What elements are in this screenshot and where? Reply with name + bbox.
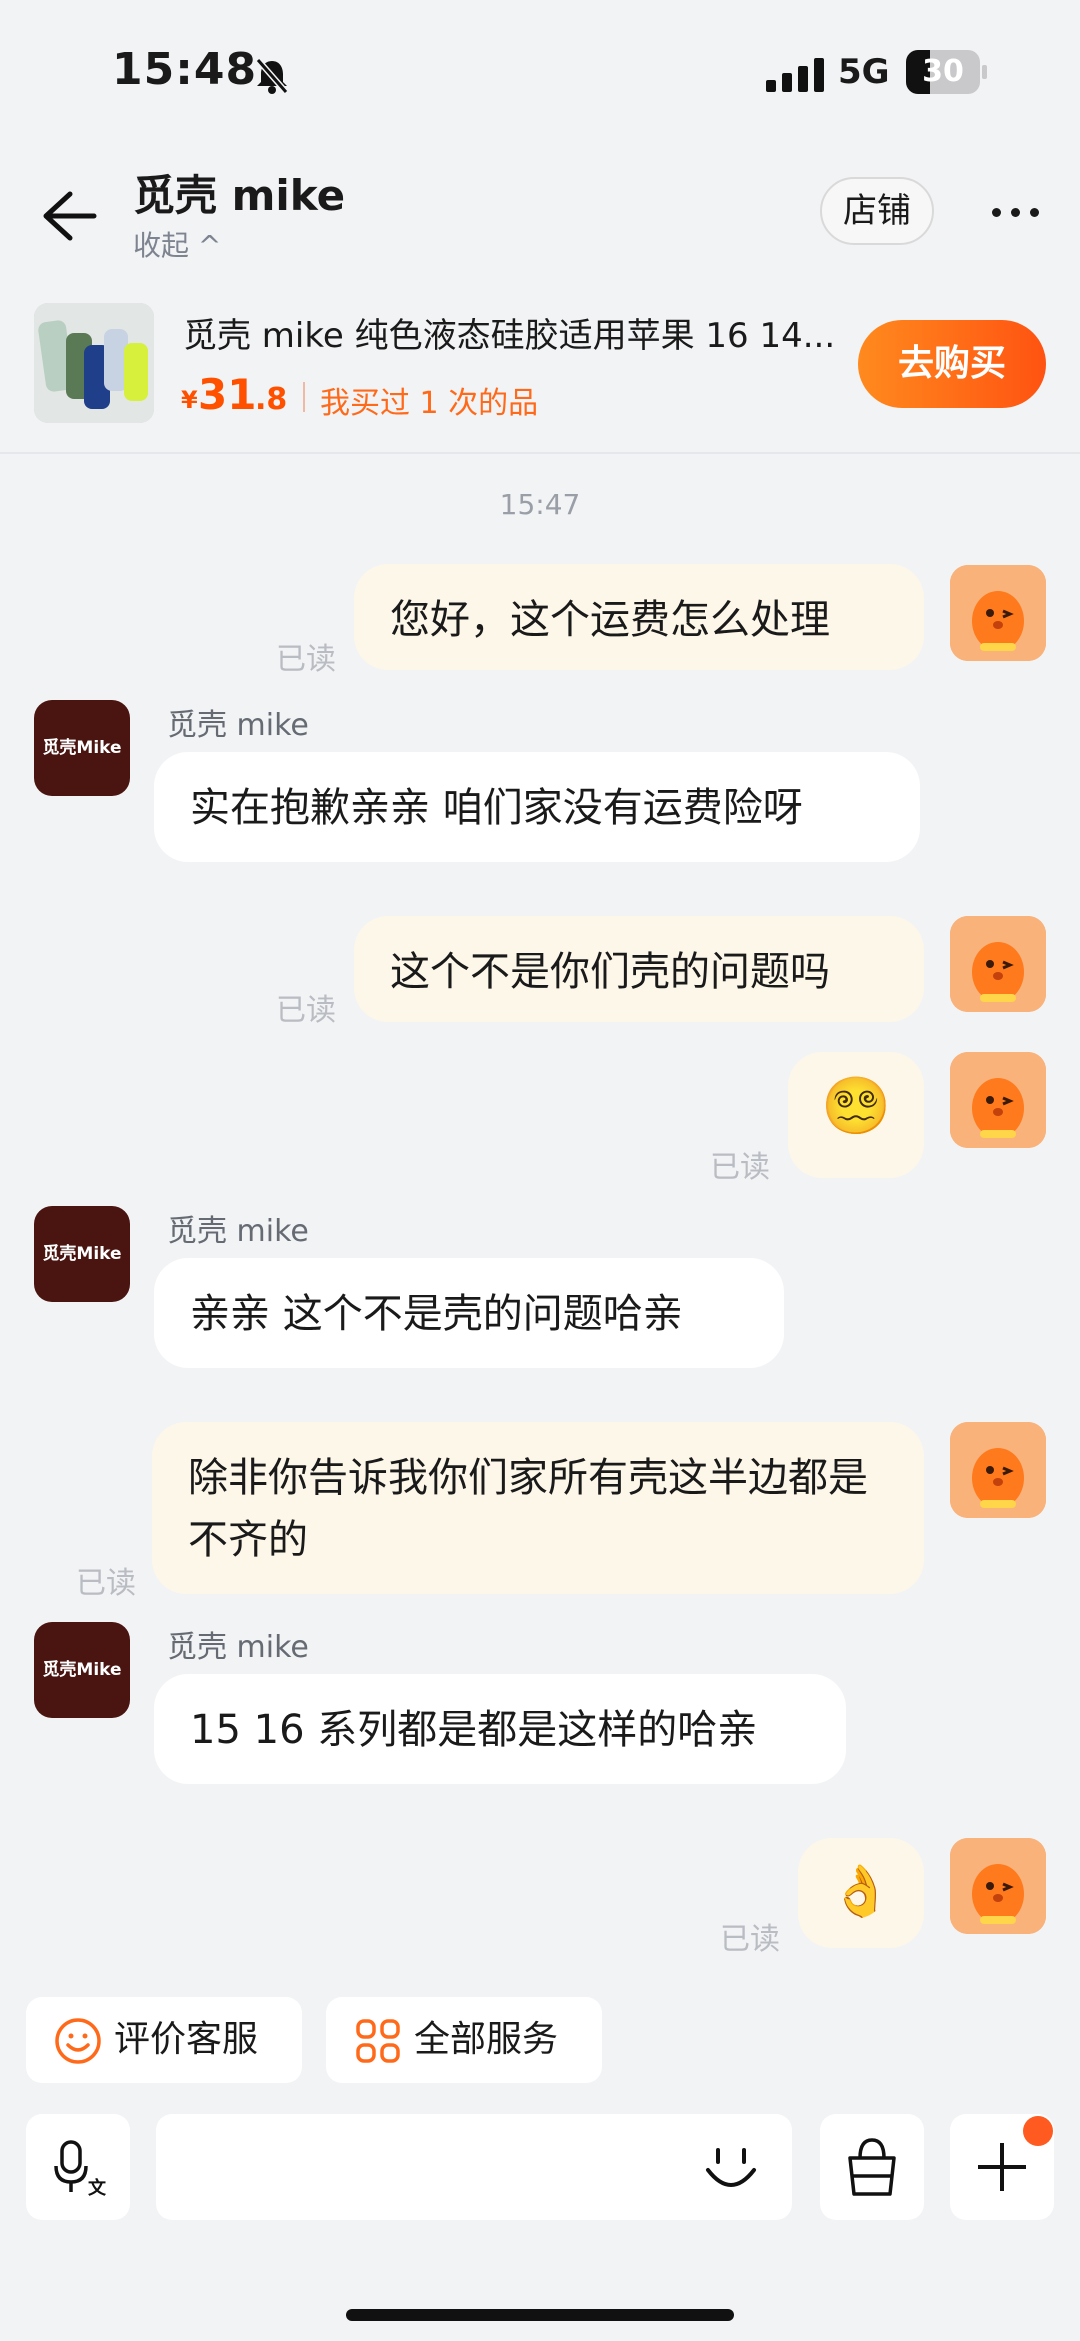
smile-icon bbox=[55, 2018, 101, 2064]
mascot-avatar-icon bbox=[950, 1422, 1046, 1518]
my-avatar[interactable] bbox=[950, 1838, 1046, 1934]
my-avatar[interactable] bbox=[950, 916, 1046, 1012]
my-avatar[interactable] bbox=[950, 565, 1046, 661]
shop-message-bubble[interactable]: 实在抱歉亲亲 咱们家没有运费险呀 bbox=[154, 752, 920, 862]
buy-button[interactable]: 去购买 bbox=[858, 320, 1046, 408]
read-receipt: 已读 bbox=[276, 642, 336, 677]
voice-input-button[interactable]: 文 bbox=[26, 2114, 130, 2220]
more-options-icon[interactable] bbox=[990, 192, 1042, 232]
read-receipt: 已读 bbox=[276, 993, 336, 1028]
rate-service-button[interactable]: 评价客服 bbox=[26, 1997, 302, 2083]
all-services-button[interactable]: 全部服务 bbox=[326, 1997, 602, 2083]
status-time: 15:48 bbox=[112, 44, 258, 95]
battery-icon: 30 bbox=[906, 50, 987, 94]
svg-text:文: 文 bbox=[88, 2177, 107, 2198]
mascot-avatar-icon bbox=[950, 565, 1046, 661]
shop-message-bubble[interactable]: 15 16 系列都是都是这样的哈亲 bbox=[154, 1674, 846, 1784]
emoji-icon[interactable] bbox=[704, 2142, 758, 2196]
my-emoji-bubble[interactable]: 👌 bbox=[798, 1838, 924, 1948]
message-input[interactable] bbox=[156, 2114, 792, 2220]
read-receipt: 已读 bbox=[710, 1150, 770, 1185]
my-message-bubble[interactable]: 这个不是你们壳的问题吗 bbox=[354, 916, 924, 1022]
read-receipt: 已读 bbox=[76, 1566, 136, 1601]
product-thumbnail[interactable] bbox=[34, 303, 154, 423]
notification-dot bbox=[1023, 2116, 1053, 2146]
chat-timestamp: 15:47 bbox=[499, 488, 581, 521]
mic-translate-icon: 文 bbox=[54, 2140, 107, 2198]
chat-title: 觅壳 mike bbox=[133, 171, 346, 220]
price-currency: ¥ bbox=[181, 386, 198, 414]
grid-icon bbox=[356, 2019, 400, 2063]
mascot-avatar-icon bbox=[950, 1052, 1046, 1148]
plus-icon bbox=[978, 2143, 1026, 2191]
shop-avatar[interactable]: 觅壳Mike bbox=[34, 700, 130, 796]
network-type: 5G bbox=[838, 52, 890, 92]
phone-cases-image bbox=[34, 303, 154, 423]
battery-level: 30 bbox=[922, 54, 964, 89]
store-button[interactable]: 店铺 bbox=[820, 177, 934, 245]
my-emoji-bubble[interactable]: 😵‍💫 bbox=[788, 1052, 924, 1178]
header-divider bbox=[0, 452, 1080, 454]
shopping-bag-button[interactable] bbox=[820, 2114, 924, 2220]
sender-name: 觅壳 mike bbox=[167, 708, 309, 743]
all-services-label: 全部服务 bbox=[414, 2019, 559, 2060]
read-receipt: 已读 bbox=[720, 1922, 780, 1957]
my-avatar[interactable] bbox=[950, 1422, 1046, 1518]
my-message-bubble[interactable]: 除非你告诉我你们家所有壳这半边都是不齐的 bbox=[152, 1422, 924, 1594]
shop-message-bubble[interactable]: 亲亲 这个不是壳的问题哈亲 bbox=[154, 1258, 784, 1368]
mascot-avatar-icon bbox=[950, 1838, 1046, 1934]
sender-name: 觅壳 mike bbox=[167, 1214, 309, 1249]
rate-service-label: 评价客服 bbox=[114, 2019, 259, 2060]
shop-avatar[interactable]: 觅壳Mike bbox=[34, 1206, 130, 1302]
collapse-toggle[interactable]: 收起 ^ bbox=[133, 224, 221, 264]
purchase-history-text: 我买过 1 次的品 bbox=[320, 386, 539, 421]
my-message-bubble[interactable]: 您好，这个运费怎么处理 bbox=[354, 564, 924, 670]
price-divider bbox=[303, 382, 305, 412]
product-title[interactable]: 觅壳 mike 纯色液态硅胶适用苹果 16 14... bbox=[183, 308, 863, 357]
price-decimal: .8 bbox=[255, 382, 288, 417]
shopping-bag-icon bbox=[848, 2138, 896, 2196]
mute-bell-icon bbox=[255, 58, 289, 94]
home-indicator[interactable] bbox=[346, 2309, 734, 2321]
back-arrow-icon[interactable] bbox=[40, 190, 98, 242]
my-avatar[interactable] bbox=[950, 1052, 1046, 1148]
shop-avatar[interactable]: 觅壳Mike bbox=[34, 1622, 130, 1718]
sender-name: 觅壳 mike bbox=[167, 1630, 309, 1665]
price-integer: 31 bbox=[198, 370, 257, 419]
mascot-avatar-icon bbox=[950, 916, 1046, 1012]
signal-icon bbox=[766, 58, 824, 92]
